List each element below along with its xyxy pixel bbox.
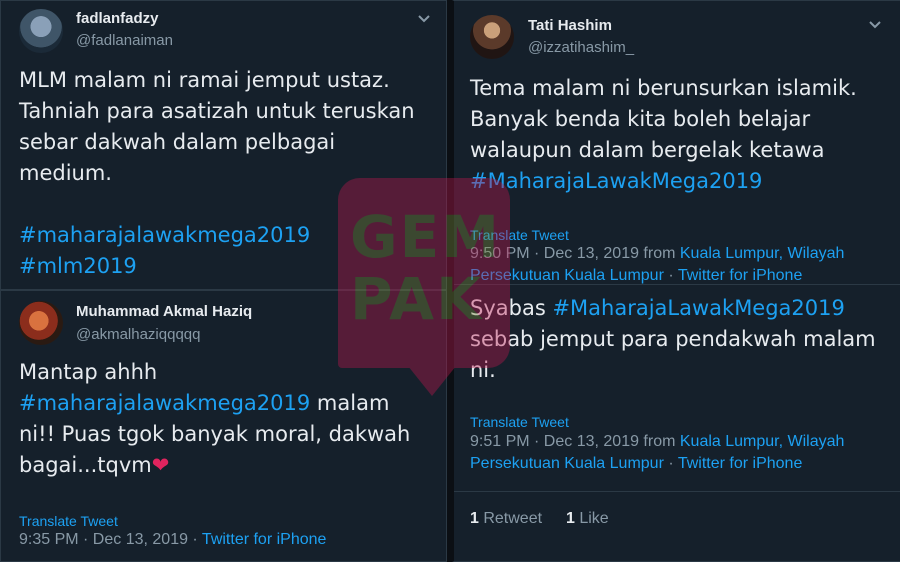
location-link[interactable]: Persekutuan Kuala Lumpur (470, 267, 664, 284)
display-name[interactable]: Tati Hashim (528, 17, 612, 34)
location-link[interactable]: Kuala Lumpur, Wilayah (680, 433, 845, 450)
display-name[interactable]: Muhammad Akmal Haziq (76, 303, 252, 320)
source-link[interactable]: Twitter for iPhone (678, 455, 803, 472)
tweet-thread-tati-hashim: Tati Hashim @izzatihashim_ Tema malam ni… (452, 0, 900, 562)
tweet-card-fadlanfadzy: fadlanfadzy @fadlanaiman MLM malam ni ra… (0, 0, 447, 290)
location-link[interactable]: Kuala Lumpur, Wilayah (680, 245, 845, 262)
retweet-count[interactable]: 1 Retweet (470, 510, 542, 528)
chevron-down-icon[interactable] (417, 12, 431, 26)
timestamp[interactable]: 9:35 PM · Dec 13, 2019 · (19, 531, 202, 548)
timestamp[interactable]: 9:51 PM · Dec 13, 2019 from (470, 433, 680, 450)
tweet-meta: 9:50 PM · Dec 13, 2019 from Kuala Lumpur… (470, 245, 845, 284)
avatar[interactable] (470, 15, 514, 59)
user-handle[interactable]: @fadlanaiman (76, 32, 173, 49)
hashtag-link[interactable]: #MaharajaLawakMega2019 (552, 296, 844, 320)
user-handle[interactable]: @akmalhaziqqqqq (76, 326, 200, 343)
like-count[interactable]: 1 Like (566, 510, 609, 528)
hashtag-link[interactable]: #MaharajaLawakMega2019 (470, 166, 857, 197)
tweet-text: Syabas #MaharajaLawakMega2019 sebab jemp… (470, 296, 876, 382)
user-handle[interactable]: @izzatihashim_ (528, 39, 634, 56)
tweet-text: Tema malam ni berunsurkan islamik. Banya… (470, 73, 857, 197)
divider (454, 491, 900, 492)
tweet-meta: 9:35 PM · Dec 13, 2019 · Twitter for iPh… (19, 529, 326, 551)
tweet-text: Mantap ahhh #maharajalawakmega2019 malam… (19, 360, 411, 477)
location-link[interactable]: Persekutuan Kuala Lumpur (470, 455, 664, 472)
translate-tweet-link[interactable]: Translate Tweet (470, 414, 569, 430)
timestamp[interactable]: 9:50 PM · Dec 13, 2019 from (470, 245, 680, 262)
hashtag-link[interactable]: #maharajalawakmega2019 (19, 391, 310, 415)
chevron-down-icon[interactable] (868, 18, 882, 32)
hashtag-link[interactable]: #mlm2019 (19, 251, 415, 282)
source-link[interactable]: Twitter for iPhone (202, 531, 327, 548)
tweet-meta: 9:51 PM · Dec 13, 2019 from Kuala Lumpur… (470, 433, 845, 472)
translate-tweet-link[interactable]: Translate Tweet (19, 513, 118, 529)
tweet-card-akmalhaziq: Muhammad Akmal Haziq @akmalhaziqqqqq Man… (0, 290, 447, 562)
divider (454, 284, 900, 285)
translate-tweet-link[interactable]: Translate Tweet (470, 227, 569, 243)
display-name[interactable]: fadlanfadzy (76, 10, 159, 27)
heart-icon: ❤ (151, 453, 170, 477)
hashtag-link[interactable]: #maharajalawakmega2019 (19, 220, 415, 251)
tweet-text: MLM malam ni ramai jemput ustaz. Tahniah… (19, 65, 415, 282)
avatar[interactable] (19, 9, 63, 53)
avatar[interactable] (19, 301, 63, 345)
source-link[interactable]: Twitter for iPhone (678, 267, 803, 284)
